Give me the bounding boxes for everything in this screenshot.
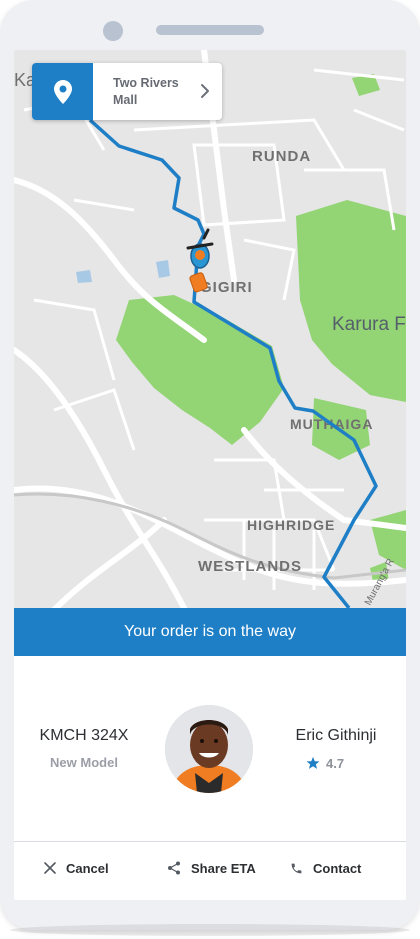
front-camera [103,21,123,41]
phone-frame: Ka RUNDA GIGIRI Karura F MUTHAIGA HIGHRI… [0,0,420,930]
map-label-westlands: WESTLANDS [198,558,302,575]
share-eta-button[interactable]: Share ETA [167,842,256,894]
map-label-karura: Karura F [332,314,406,335]
rating-value: 4.7 [326,755,345,771]
map-view[interactable]: Ka RUNDA GIGIRI Karura F MUTHAIGA HIGHRI… [14,50,406,608]
vehicle-model: New Model [50,755,118,770]
map-canvas[interactable]: Ka RUNDA GIGIRI Karura F MUTHAIGA HIGHRI… [14,50,406,608]
app-screen: Ka RUNDA GIGIRI Karura F MUTHAIGA HIGHRI… [14,50,406,900]
map-label-highridge: HIGHRIDGE [247,517,335,533]
map-label-runda: RUNDA [252,148,311,165]
chevron-right-icon [198,83,212,99]
cancel-button[interactable]: Cancel [44,842,109,894]
contact-button[interactable]: Contact [290,842,361,894]
destination-label: Two Rivers Mall [113,76,179,107]
location-pin-icon [32,63,93,120]
speaker-grille [156,25,264,35]
driver-avatar[interactable] [165,705,253,793]
action-bar: Cancel Share ETA Contact [14,842,406,900]
cancel-label: Cancel [66,860,109,876]
driver-name: Eric Githinji [295,727,377,744]
vehicle-plate: KMCH 324X [39,727,129,744]
star-icon [306,756,320,769]
driver-rating: 4.7 [306,753,344,773]
map-label-gigiri: GIGIRI [200,279,253,296]
phone-icon [291,863,302,873]
share-eta-label: Share ETA [191,860,256,876]
contact-label: Contact [313,860,362,876]
destination-card[interactable]: Two Rivers Mall [32,63,222,120]
close-icon [44,862,56,874]
pond-2 [76,270,92,283]
order-status-banner: Your order is on the way [14,608,406,656]
share-icon [168,861,180,875]
phone-shadow [10,924,410,936]
